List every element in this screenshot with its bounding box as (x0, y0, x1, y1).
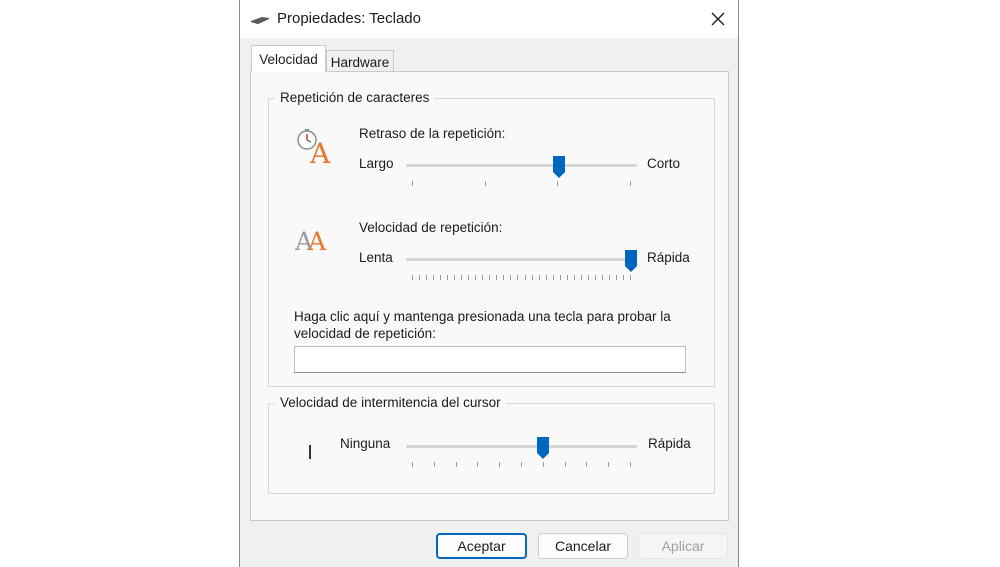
slider-tick (499, 462, 501, 467)
slider-tick (433, 462, 435, 467)
svg-text:A: A (309, 137, 331, 165)
slider-tick (440, 275, 442, 280)
tab-panel: Repetición de caracteres A Retraso de la… (250, 71, 729, 521)
slider-tick (542, 462, 544, 467)
repeat-rate-icon: A A (294, 222, 335, 256)
window-title: Propiedades: Teclado (277, 10, 421, 27)
svg-text:A: A (307, 227, 327, 252)
apply-button[interactable]: Aplicar (638, 533, 728, 559)
slider-tick (510, 275, 512, 280)
cursor-blink-track[interactable] (406, 445, 637, 448)
slider-tick (630, 462, 631, 467)
repeat-delay-icon: A (295, 127, 333, 170)
repeat-rate-ticks (412, 275, 631, 281)
slider-tick (419, 275, 421, 280)
ok-button[interactable]: Aceptar (436, 533, 527, 559)
repeat-delay-slider-thumb[interactable] (552, 156, 565, 178)
cancel-button[interactable]: Cancelar (538, 533, 628, 559)
slider-tick (524, 275, 526, 280)
repeat-test-input[interactable] (294, 346, 686, 373)
slider-tick (564, 462, 566, 467)
slider-tick (538, 275, 540, 280)
slider-tick (433, 275, 435, 280)
slider-tick (412, 462, 413, 467)
slider-tick (496, 275, 498, 280)
slider-tick (454, 275, 456, 280)
cursor-blink-slider-thumb[interactable] (537, 437, 550, 459)
close-icon (711, 12, 725, 26)
repeat-rate-max-label: Rápida (647, 250, 690, 265)
slider-tick (559, 275, 561, 280)
slider-tick (482, 275, 484, 280)
tab-hardware[interactable]: Hardware (326, 50, 394, 72)
slider-tick (587, 275, 589, 280)
slider-tick (475, 275, 477, 280)
slider-tick (412, 275, 413, 280)
repeat-delay-label: Retraso de la repetición: (359, 126, 506, 141)
char-repeat-legend: Repetición de caracteres (275, 90, 435, 105)
repeat-rate-slider-thumb[interactable] (625, 250, 637, 272)
cursor-blink-max-label: Rápida (648, 436, 691, 451)
repeat-rate-label: Velocidad de repetición: (359, 220, 503, 235)
slider-tick (594, 275, 596, 280)
repeat-rate-min-label: Lenta (359, 250, 393, 265)
slider-tick (447, 275, 449, 280)
slider-tick (468, 275, 470, 280)
slider-tick (608, 462, 610, 467)
repeat-delay-track[interactable] (406, 164, 637, 167)
slider-tick (521, 462, 522, 467)
slider-tick (630, 275, 631, 280)
slider-tick (426, 275, 428, 280)
slider-tick (622, 275, 624, 280)
slider-tick (580, 275, 582, 280)
slider-tick (615, 275, 617, 280)
slider-tick (557, 181, 559, 186)
slider-tick (455, 462, 457, 467)
keyboard-properties-window: Propiedades: Teclado Velocidad Hardware … (239, 0, 739, 567)
slider-tick (545, 275, 547, 280)
slider-tick (531, 275, 533, 280)
slider-tick (477, 462, 479, 467)
slider-tick (503, 275, 505, 280)
repeat-test-label: Haga clic aquí y mantenga presionada una… (294, 309, 671, 341)
cursor-blink-min-label: Ninguna (340, 436, 391, 451)
keyboard-icon (250, 12, 270, 29)
slider-tick (608, 275, 610, 280)
cursor-icon (309, 445, 311, 459)
slider-tick (566, 275, 568, 280)
tab-hardware-label: Hardware (330, 55, 390, 70)
slider-tick (461, 275, 463, 280)
slider-tick (517, 275, 519, 280)
repeat-delay-min-label: Largo (359, 156, 394, 171)
repeat-delay-max-label: Corto (647, 156, 681, 171)
cursor-blink-ticks (412, 462, 631, 468)
char-repeat-group: Repetición de caracteres A Retraso de la… (268, 90, 715, 387)
slider-tick (586, 462, 588, 467)
repeat-delay-ticks (412, 181, 631, 187)
cursor-blink-group: Velocidad de intermitencia del cursor Ni… (268, 395, 715, 494)
tab-velocidad-label: Velocidad (259, 52, 318, 67)
slider-tick (489, 275, 491, 280)
slider-tick (630, 181, 631, 186)
close-button[interactable] (700, 5, 736, 33)
slider-tick (484, 181, 486, 186)
tab-velocidad[interactable]: Velocidad (251, 45, 326, 72)
cursor-blink-legend: Velocidad de intermitencia del cursor (275, 395, 506, 410)
slider-tick (412, 181, 413, 186)
title-bar[interactable]: Propiedades: Teclado (240, 0, 738, 38)
slider-tick (573, 275, 575, 280)
slider-tick (552, 275, 554, 280)
repeat-rate-track[interactable] (406, 258, 637, 261)
slider-tick (601, 275, 603, 280)
